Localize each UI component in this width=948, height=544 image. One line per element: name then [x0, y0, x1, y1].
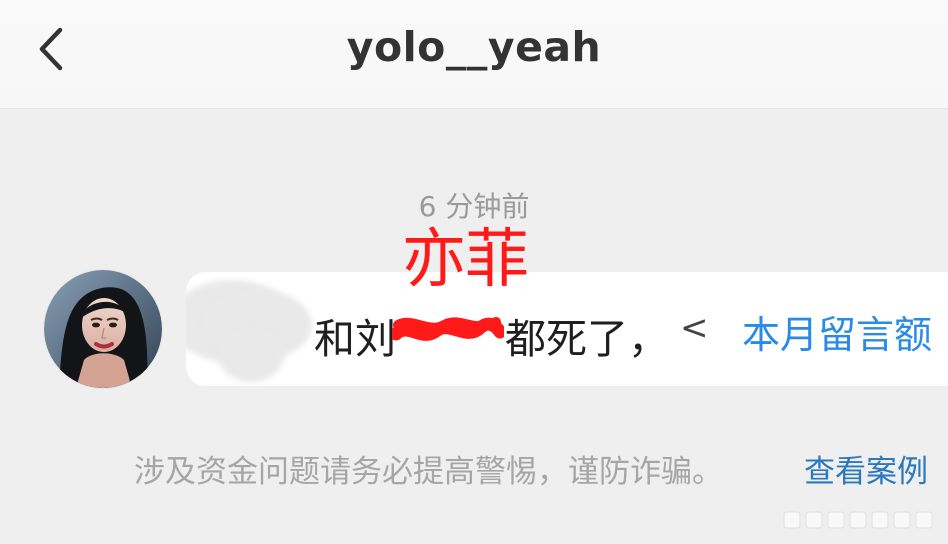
fraud-warning-text: 涉及资金问题请务必提高警惕，谨防诈骗。 — [134, 454, 723, 490]
view-cases-link[interactable]: 查看案例 — [804, 446, 928, 491]
redaction-scribble — [392, 317, 504, 341]
truncated-character: < — [680, 308, 709, 348]
red-overlay-label: 亦菲 — [402, 223, 529, 297]
navigation-bar: yolo__yeah — [0, 0, 948, 109]
contact-avatar[interactable] — [44, 270, 162, 388]
avatar-photo — [44, 270, 162, 388]
blurred-name-redaction-lower — [218, 328, 284, 382]
watermark-mark — [783, 511, 933, 529]
message-timestamp: 6 分钟前 — [418, 190, 530, 223]
message-text-part-2: 都死了， — [505, 315, 669, 363]
chat-title: yolo__yeah — [346, 23, 602, 71]
monthly-message-quota-link[interactable]: 本月留言额 — [742, 304, 932, 359]
chat-screen: yolo__yeah 6 分钟前 和刘 都死了， 亦菲 < 本月留言额 涉及资金… — [0, 0, 948, 544]
message-text-part-1: 和刘 — [314, 315, 396, 363]
